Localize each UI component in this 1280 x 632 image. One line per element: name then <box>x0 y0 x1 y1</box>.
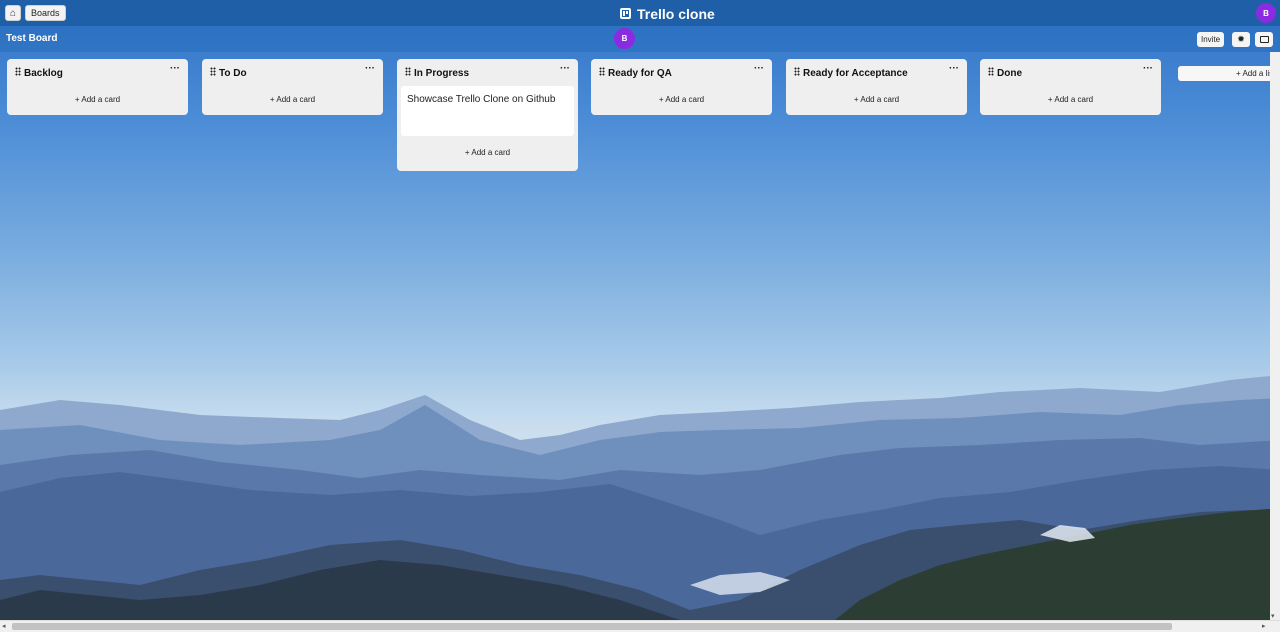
drag-handle-icon[interactable] <box>988 67 994 76</box>
scroll-right-arrow-icon[interactable]: ▸ <box>1262 621 1266 632</box>
list-title[interactable]: Backlog <box>24 68 63 79</box>
list-ready-for-qa: Ready for QA ··· + Add a card <box>591 59 772 115</box>
user-avatar[interactable]: B <box>1256 3 1276 23</box>
list-title[interactable]: In Progress <box>414 68 469 79</box>
list-header[interactable]: Ready for Acceptance ··· <box>786 59 967 86</box>
trello-logo-icon <box>620 8 631 19</box>
list-header[interactable]: In Progress ··· <box>397 59 578 86</box>
invite-button[interactable]: Invite <box>1197 32 1225 47</box>
scroll-down-arrow-icon[interactable]: ▾ <box>1271 612 1275 620</box>
add-card-button[interactable]: + Add a card <box>7 86 188 115</box>
board-header: Test Board B Invite ✹ <box>0 26 1280 52</box>
list-menu-button[interactable]: ··· <box>1143 63 1153 74</box>
home-icon: ⌂ <box>9 7 17 19</box>
home-button[interactable]: ⌂ <box>5 5 21 21</box>
list-ready-for-acceptance: Ready for Acceptance ··· + Add a card <box>786 59 967 115</box>
add-card-button[interactable]: + Add a card <box>397 136 578 171</box>
drag-handle-icon[interactable] <box>794 67 800 76</box>
list-title[interactable]: To Do <box>219 68 247 79</box>
add-card-button[interactable]: + Add a card <box>980 86 1161 115</box>
list-menu-button[interactable]: ··· <box>365 63 375 74</box>
board-title[interactable]: Test Board <box>6 33 58 44</box>
card[interactable]: Showcase Trello Clone on Github <box>401 86 574 136</box>
add-card-button[interactable]: + Add a card <box>202 86 383 115</box>
add-list-button[interactable]: + Add a list <box>1178 66 1280 81</box>
boards-button[interactable]: Boards <box>25 5 66 21</box>
app-title[interactable]: Trello clone <box>620 5 715 22</box>
list-header[interactable]: Done ··· <box>980 59 1161 86</box>
list-in-progress: In Progress ··· Showcase Trello Clone on… <box>397 59 578 171</box>
image-icon <box>1259 36 1269 43</box>
drag-handle-icon[interactable] <box>599 67 605 76</box>
list-title[interactable]: Ready for Acceptance <box>803 68 908 79</box>
list-header[interactable]: Backlog ··· <box>7 59 188 86</box>
drag-handle-icon[interactable] <box>405 67 411 76</box>
horizontal-scrollbar[interactable]: ◂ ▸ <box>0 620 1280 632</box>
board-member-avatar[interactable]: B <box>614 28 635 49</box>
list-header[interactable]: Ready for QA ··· <box>591 59 772 86</box>
list-title[interactable]: Done <box>997 68 1022 79</box>
list-todo: To Do ··· + Add a card <box>202 59 383 115</box>
list-menu-button[interactable]: ··· <box>754 63 764 74</box>
list-menu-button[interactable]: ··· <box>170 63 180 74</box>
scroll-left-arrow-icon[interactable]: ◂ <box>2 621 6 632</box>
app-title-text: Trello clone <box>637 5 715 22</box>
drag-handle-icon[interactable] <box>210 67 216 76</box>
list-done: Done ··· + Add a card <box>980 59 1161 115</box>
list-menu-button[interactable]: ··· <box>949 63 959 74</box>
scrollbar-thumb[interactable] <box>12 623 1172 630</box>
add-card-button[interactable]: + Add a card <box>786 86 967 115</box>
list-backlog: Backlog ··· + Add a card <box>7 59 188 115</box>
drag-handle-icon[interactable] <box>15 67 21 76</box>
add-card-button[interactable]: + Add a card <box>591 86 772 115</box>
settings-button[interactable]: ✹ <box>1232 32 1250 47</box>
list-title[interactable]: Ready for QA <box>608 68 672 79</box>
vertical-scrollbar[interactable]: ▾ <box>1270 52 1280 620</box>
gear-icon: ✹ <box>1237 34 1245 44</box>
list-header[interactable]: To Do ··· <box>202 59 383 86</box>
change-background-button[interactable] <box>1255 32 1273 47</box>
top-navbar: ⌂ Boards Trello clone B <box>0 0 1280 26</box>
list-menu-button[interactable]: ··· <box>560 63 570 74</box>
